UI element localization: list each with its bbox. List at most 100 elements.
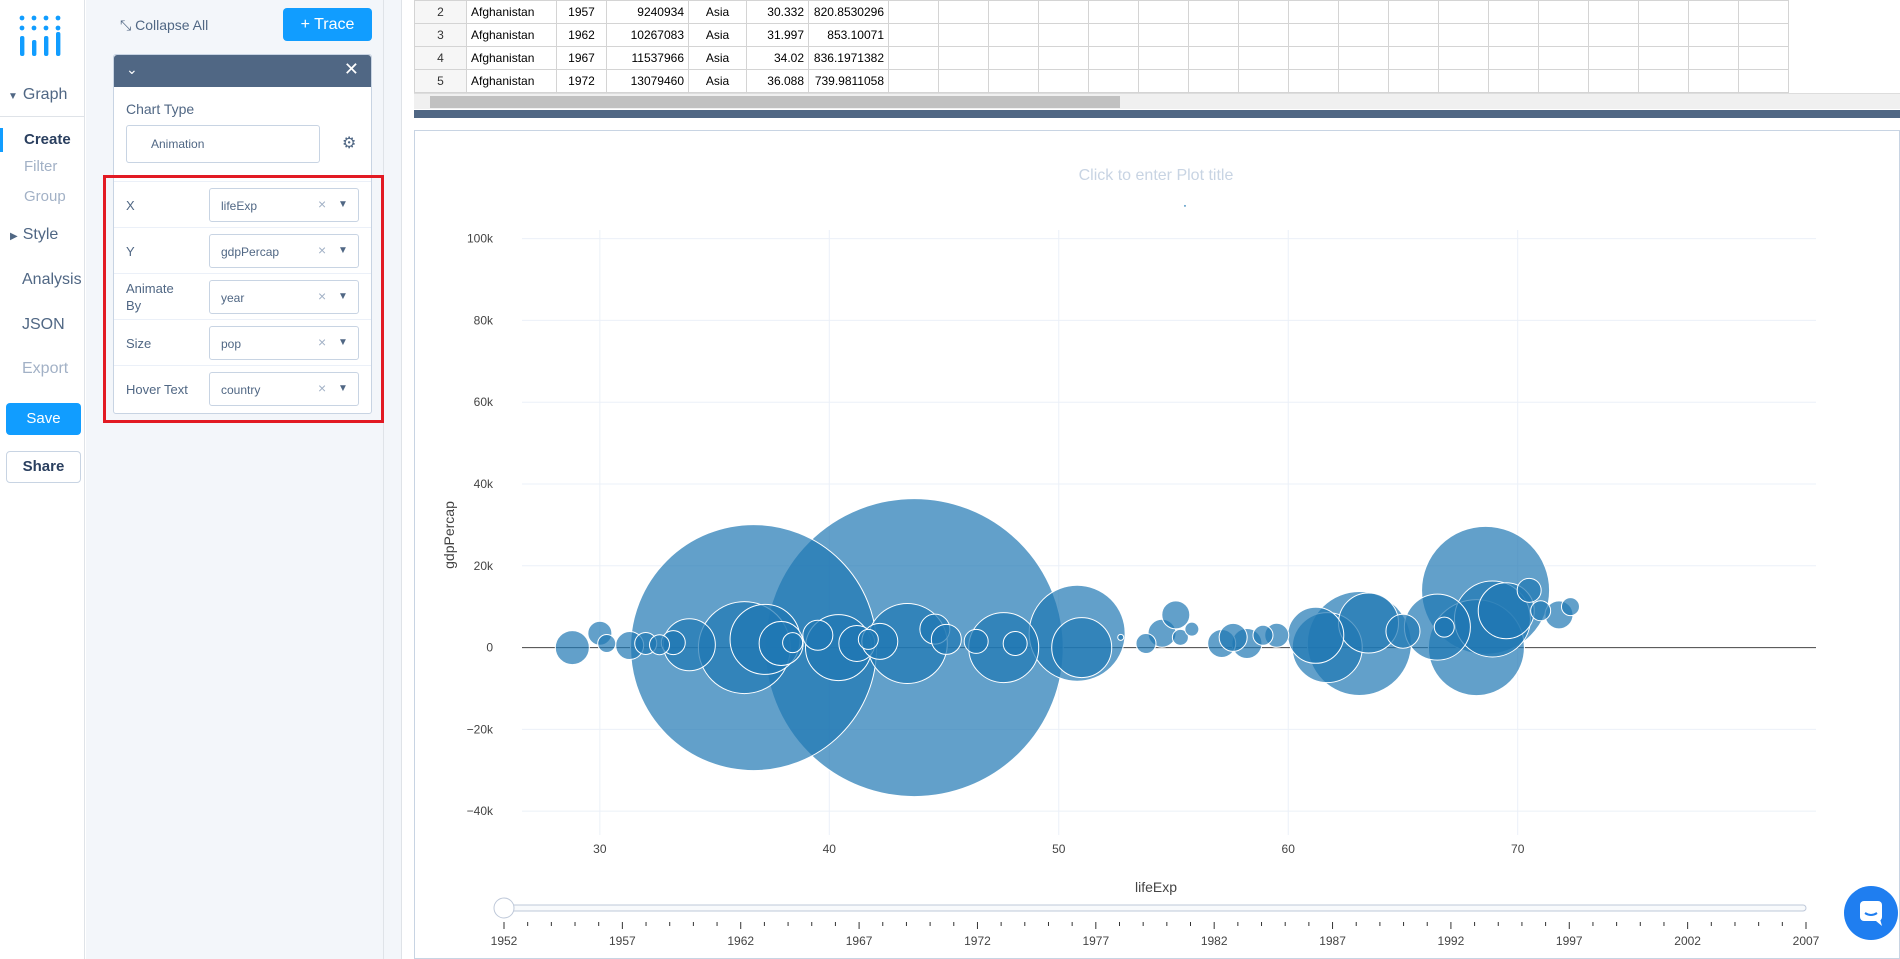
empty-cell[interactable] [1238, 46, 1289, 70]
empty-cell[interactable] [1188, 23, 1239, 47]
table-cell[interactable]: 820.8530296 [808, 0, 889, 24]
table-cell[interactable]: 1967 [556, 46, 607, 70]
empty-cell[interactable] [1588, 69, 1639, 93]
empty-cell[interactable] [988, 23, 1039, 47]
empty-cell[interactable] [988, 0, 1039, 24]
empty-cell[interactable] [888, 46, 939, 70]
row-number[interactable]: 5 [414, 69, 467, 93]
table-row[interactable]: 4 Afghanistan 1967 11537966 Asia 34.02 836.197… [414, 46, 1789, 70]
table-cell[interactable]: 10267083 [606, 23, 689, 47]
grid-horizontal-scrollbar[interactable] [414, 93, 1900, 109]
empty-cell[interactable] [1488, 23, 1539, 47]
empty-cell[interactable] [1738, 69, 1789, 93]
empty-cell[interactable] [1438, 0, 1489, 24]
hover-text-dropdown[interactable]: country × ▼ [209, 372, 359, 406]
size-dropdown[interactable]: pop × ▼ [209, 326, 359, 360]
nav-filter[interactable]: Filter [0, 158, 85, 175]
plot-title[interactable]: Click to enter Plot title [1079, 167, 1234, 184]
table-cell[interactable]: Afghanistan [466, 0, 557, 24]
empty-cell[interactable] [1688, 46, 1739, 70]
empty-cell[interactable] [1538, 0, 1589, 24]
empty-cell[interactable] [1588, 23, 1639, 47]
collapse-all-button[interactable]: ⤡ Collapse All [120, 17, 208, 34]
empty-cell[interactable] [1138, 46, 1189, 70]
row-number[interactable]: 4 [414, 46, 467, 70]
empty-cell[interactable] [1438, 46, 1489, 70]
nav-style[interactable]: ▶ Style [10, 226, 95, 244]
empty-cell[interactable] [1188, 0, 1239, 24]
empty-cell[interactable] [1488, 0, 1539, 24]
caret-down-icon[interactable]: ▼ [338, 337, 348, 348]
empty-cell[interactable] [1338, 46, 1389, 70]
scrollbar-thumb[interactable] [430, 96, 1120, 108]
empty-cell[interactable] [1588, 46, 1639, 70]
table-cell[interactable]: 739.9811058 [808, 69, 889, 93]
empty-cell[interactable] [1638, 69, 1689, 93]
clear-icon[interactable]: × [318, 334, 326, 350]
nav-group[interactable]: Group [0, 188, 85, 205]
gear-icon[interactable]: ⚙ [342, 133, 356, 153]
table-cell[interactable]: 836.1971382 [808, 46, 889, 70]
empty-cell[interactable] [1288, 23, 1339, 47]
panel-scrollbar[interactable] [384, 0, 402, 959]
nav-graph[interactable]: ▼ Graph [8, 86, 93, 104]
empty-cell[interactable] [1088, 69, 1139, 93]
empty-cell[interactable] [938, 69, 989, 93]
empty-cell[interactable] [888, 69, 939, 93]
empty-cell[interactable] [1088, 46, 1139, 70]
caret-down-icon[interactable]: ▼ [338, 383, 348, 394]
empty-cell[interactable] [1288, 46, 1339, 70]
table-cell[interactable]: Asia [688, 46, 747, 70]
add-trace-button[interactable]: + Trace [283, 8, 372, 41]
clear-icon[interactable]: × [318, 288, 326, 304]
table-cell[interactable]: Asia [688, 23, 747, 47]
caret-down-icon[interactable]: ▼ [338, 245, 348, 256]
empty-cell[interactable] [1238, 23, 1289, 47]
empty-cell[interactable] [1488, 69, 1539, 93]
empty-cell[interactable] [1288, 0, 1339, 24]
empty-cell[interactable] [938, 0, 989, 24]
empty-cell[interactable] [1738, 46, 1789, 70]
empty-cell[interactable] [1038, 0, 1089, 24]
empty-cell[interactable] [1738, 0, 1789, 24]
empty-cell[interactable] [1438, 69, 1489, 93]
table-cell[interactable]: Asia [688, 0, 747, 24]
empty-cell[interactable] [1038, 23, 1089, 47]
empty-cell[interactable] [1038, 69, 1089, 93]
x-axis-label[interactable]: lifeExp [1135, 879, 1177, 895]
empty-cell[interactable] [1338, 0, 1389, 24]
table-cell[interactable]: Asia [688, 69, 747, 93]
chevron-down-icon[interactable]: ⌄ [126, 61, 138, 78]
close-icon[interactable]: ✕ [344, 59, 359, 80]
clear-icon[interactable]: × [318, 196, 326, 212]
table-cell[interactable]: 1972 [556, 69, 607, 93]
table-row[interactable]: 3 Afghanistan 1962 10267083 Asia 31.997 853.10… [414, 23, 1789, 47]
table-cell[interactable]: Afghanistan [466, 69, 557, 93]
empty-cell[interactable] [1288, 69, 1339, 93]
empty-cell[interactable] [888, 23, 939, 47]
empty-cell[interactable] [1588, 0, 1639, 24]
empty-cell[interactable] [1688, 23, 1739, 47]
caret-down-icon[interactable]: ▼ [338, 291, 348, 302]
empty-cell[interactable] [1038, 46, 1089, 70]
table-cell[interactable]: 9240934 [606, 0, 689, 24]
empty-cell[interactable] [1638, 23, 1689, 47]
empty-cell[interactable] [1088, 0, 1139, 24]
row-number[interactable]: 2 [414, 0, 467, 24]
empty-cell[interactable] [938, 46, 989, 70]
empty-cell[interactable] [1538, 23, 1589, 47]
clear-icon[interactable]: × [318, 380, 326, 396]
table-cell[interactable]: Afghanistan [466, 46, 557, 70]
table-cell[interactable]: 853.10071 [808, 23, 889, 47]
table-cell[interactable]: 13079460 [606, 69, 689, 93]
empty-cell[interactable] [1538, 46, 1589, 70]
empty-cell[interactable] [1388, 69, 1439, 93]
empty-cell[interactable] [1538, 69, 1589, 93]
table-cell[interactable]: 11537966 [606, 46, 689, 70]
empty-cell[interactable] [1488, 46, 1539, 70]
animation-slider[interactable]: 1952 1957 1962 1967 1972 1977 1982 1987 1992 1997… [491, 897, 1820, 948]
empty-cell[interactable] [1188, 69, 1239, 93]
y-dropdown[interactable]: gdpPercap × ▼ [209, 234, 359, 268]
empty-cell[interactable] [1138, 69, 1189, 93]
grid-plot-splitter[interactable] [414, 110, 1900, 118]
